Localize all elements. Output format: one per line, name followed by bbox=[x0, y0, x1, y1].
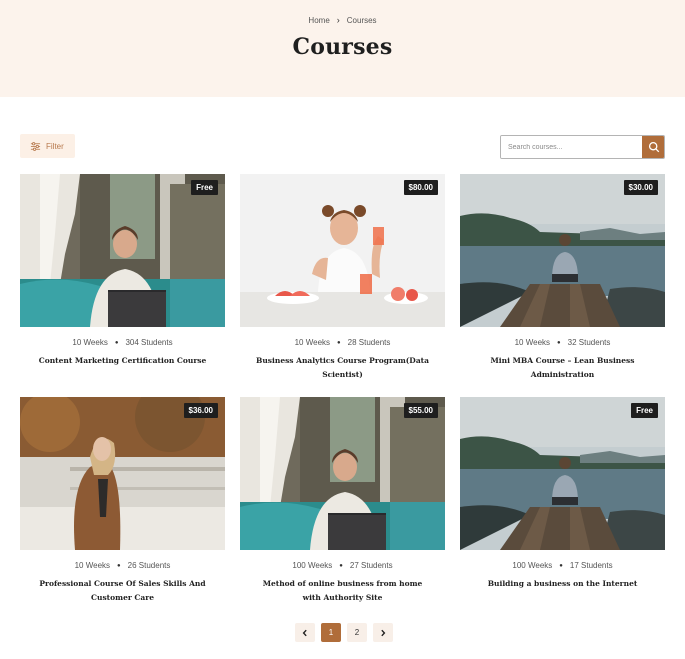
chevron-right-icon: › bbox=[336, 15, 340, 25]
course-thumbnail[interactable]: $80.00 bbox=[240, 174, 445, 327]
course-duration: 10 Weeks bbox=[72, 338, 108, 347]
course-students: 26 Students bbox=[127, 561, 171, 570]
course-title[interactable]: Business Analytics Course Program(Data S… bbox=[240, 354, 445, 382]
sliders-icon bbox=[30, 141, 41, 151]
chevron-left-icon bbox=[302, 629, 307, 636]
course-title[interactable]: Professional Course Of Sales Skills And … bbox=[20, 577, 225, 605]
course-thumbnail[interactable]: $30.00 bbox=[460, 174, 665, 327]
page-button[interactable]: 2 bbox=[347, 623, 367, 642]
chevron-right-icon bbox=[381, 629, 386, 636]
course-image[interactable] bbox=[460, 397, 665, 550]
page-button[interactable]: 1 bbox=[321, 623, 341, 642]
course-title[interactable]: Mini MBA Course – Lean Business Administ… bbox=[460, 354, 665, 382]
course-students: 28 Students bbox=[347, 338, 391, 347]
course-meta: 100 Weeks ● 17 Students bbox=[460, 561, 665, 570]
course-image[interactable] bbox=[460, 174, 665, 327]
course-image[interactable] bbox=[20, 397, 225, 550]
course-title[interactable]: Method of online business from home with… bbox=[240, 577, 445, 605]
bullet-icon: ● bbox=[114, 340, 119, 346]
filter-button[interactable]: Filter bbox=[20, 134, 75, 158]
page-header: Home › Courses Courses bbox=[0, 0, 685, 97]
course-students: 304 Students bbox=[125, 338, 173, 347]
bullet-icon: ● bbox=[559, 563, 563, 569]
course-meta: 10 Weeks ● 28 Students bbox=[240, 338, 445, 347]
prev-page-button[interactable] bbox=[295, 623, 315, 642]
course-meta: 10 Weeks ● 32 Students bbox=[460, 338, 665, 347]
price-badge: Free bbox=[191, 180, 218, 195]
course-thumbnail[interactable]: Free bbox=[20, 174, 225, 327]
bullet-icon: ● bbox=[117, 563, 121, 569]
course-duration: 10 Weeks bbox=[514, 338, 551, 347]
course-thumbnail[interactable]: Free bbox=[460, 397, 665, 550]
course-duration: 100 Weeks bbox=[512, 561, 553, 570]
course-image[interactable] bbox=[20, 174, 225, 327]
course-duration: 100 Weeks bbox=[292, 561, 333, 570]
search-input[interactable] bbox=[501, 136, 642, 158]
course-card[interactable]: $55.00 100 Weeks ● 27 Students Method of o… bbox=[240, 397, 445, 605]
course-card[interactable]: $80.00 10 Weeks ● 28 Students Business Ana… bbox=[240, 174, 445, 382]
course-thumbnail[interactable]: $36.00 bbox=[20, 397, 225, 550]
course-meta: 10 Weeks ● 304 Students bbox=[20, 338, 225, 347]
filter-label: Filter bbox=[46, 141, 64, 151]
course-students: 17 Students bbox=[569, 561, 613, 570]
price-badge: $30.00 bbox=[623, 180, 658, 195]
bullet-icon: ● bbox=[337, 340, 341, 346]
price-badge: $36.00 bbox=[183, 403, 218, 418]
course-duration: 10 Weeks bbox=[74, 561, 111, 570]
breadcrumb-home-link[interactable]: Home bbox=[308, 16, 329, 25]
price-badge: $80.00 bbox=[403, 180, 438, 195]
search-button[interactable] bbox=[642, 136, 664, 158]
pagination: 1 2 bbox=[295, 623, 393, 642]
course-image[interactable] bbox=[240, 174, 445, 327]
bullet-icon: ● bbox=[557, 340, 561, 346]
breadcrumb-current: Courses bbox=[346, 16, 377, 25]
course-meta: 10 Weeks ● 26 Students bbox=[20, 561, 225, 570]
course-duration: 10 Weeks bbox=[294, 338, 331, 347]
course-card[interactable]: $36.00 10 Weeks ● 26 Students Professional… bbox=[20, 397, 225, 605]
course-students: 32 Students bbox=[567, 338, 611, 347]
course-card[interactable]: Free 100 Weeks ● 17 Students Building a bu… bbox=[460, 397, 665, 591]
course-title[interactable]: Content Marketing Certification Course bbox=[20, 354, 225, 368]
search-box bbox=[500, 135, 665, 159]
course-students: 27 Students bbox=[349, 561, 393, 570]
breadcrumb: Home › Courses bbox=[0, 15, 685, 25]
course-title[interactable]: Building a business on the Internet bbox=[460, 577, 665, 591]
course-thumbnail[interactable]: $55.00 bbox=[240, 397, 445, 550]
course-card[interactable]: Free 10 Weeks ● 304 Students Content Marke… bbox=[20, 174, 225, 368]
course-card[interactable]: $30.00 10 Weeks ● 32 Students Mini MBA Cou… bbox=[460, 174, 665, 382]
course-meta: 100 Weeks ● 27 Students bbox=[240, 561, 445, 570]
page-title: Courses bbox=[292, 34, 393, 60]
search-icon bbox=[648, 141, 660, 153]
price-badge: Free bbox=[631, 403, 658, 418]
bullet-icon: ● bbox=[339, 563, 343, 569]
course-image[interactable] bbox=[240, 397, 445, 550]
price-badge: $55.00 bbox=[403, 403, 438, 418]
next-page-button[interactable] bbox=[373, 623, 393, 642]
